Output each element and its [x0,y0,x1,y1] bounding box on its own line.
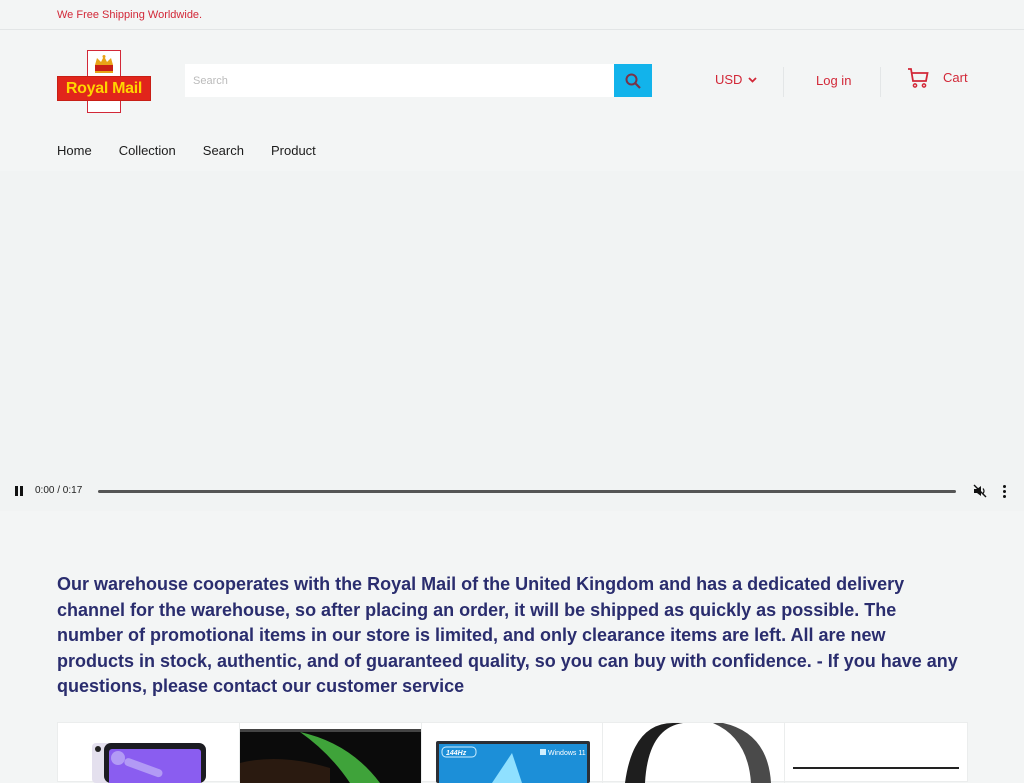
search-button[interactable] [614,64,652,97]
logo-bar: Royal Mail [57,76,151,101]
intro-text: Our warehouse cooperates with the Royal … [57,574,958,697]
logo[interactable]: Royal Mail [57,50,151,113]
crown-icon [95,55,113,73]
windows-label: Windows 11 [548,750,586,757]
header-divider [783,67,784,97]
laptop-image: 144Hz Windows 11 [435,741,590,783]
logo-text: Royal Mail [65,80,143,97]
video-progress-bar[interactable] [98,490,956,493]
hero-video[interactable] [0,171,1024,511]
nav-item-home[interactable]: Home [57,143,92,158]
video-controls: 0:00 / 0:17 [0,480,1024,502]
header-divider [880,67,881,97]
product-card[interactable] [603,723,786,783]
currency-selector[interactable]: USD [715,72,758,87]
nav-item-collection[interactable]: Collection [119,143,176,158]
cart-icon [908,68,929,88]
main-nav: Home Collection Search Product [57,143,343,158]
pause-icon[interactable] [15,486,24,496]
headphones-image [625,723,772,783]
cart-label: Cart [943,70,968,85]
search-icon [625,73,641,89]
nav-item-search[interactable]: Search [203,143,244,158]
nav-item-product[interactable]: Product [271,143,316,158]
search-input[interactable] [185,64,615,97]
cart-link[interactable]: Cart [907,68,968,88]
announcement-bar: We Free Shipping Worldwide. [0,0,1024,30]
muted-speaker-icon[interactable] [973,484,987,498]
video-time: 0:00 / 0:17 [35,485,83,496]
tablet-image [92,743,206,783]
product-card[interactable]: 144Hz Windows 11 [422,723,604,783]
login-link[interactable]: Log in [816,73,851,88]
currency-value: USD [715,72,743,87]
search-form [185,64,653,97]
site-header: Royal Mail USD Log in Cart Home Collecti… [0,31,1024,171]
laptop-image [239,729,421,783]
refresh-rate-badge: 144Hz [446,750,467,757]
product-image [793,767,960,769]
more-options-icon[interactable] [1002,485,1006,498]
product-card[interactable] [58,723,240,783]
product-card[interactable] [785,723,967,783]
product-card[interactable] [239,723,422,783]
announcement-text: We Free Shipping Worldwide. [57,9,203,21]
product-grid: 144Hz Windows 11 [57,722,968,783]
chevron-down-icon [748,76,758,83]
